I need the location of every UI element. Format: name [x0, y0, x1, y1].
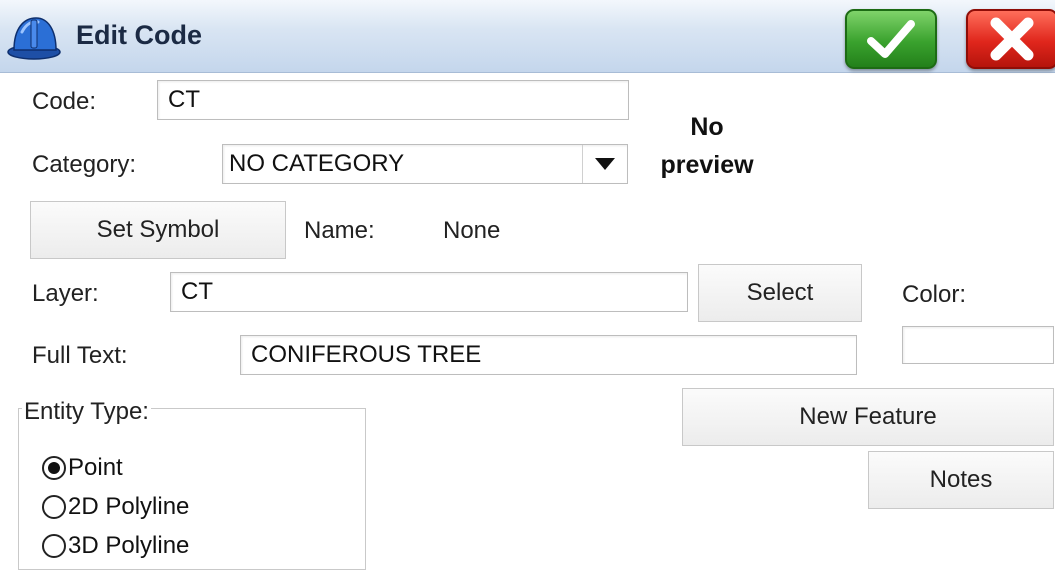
new-feature-button[interactable]: New Feature [682, 388, 1054, 446]
radio-unselected-icon[interactable] [42, 534, 66, 558]
preview-line-2: preview [660, 151, 754, 179]
hard-hat-icon [6, 12, 62, 62]
window-title: Edit Code [76, 20, 202, 50]
color-label: Color: [902, 281, 967, 308]
layer-label: Layer: [32, 280, 99, 307]
set-symbol-button[interactable]: Set Symbol [30, 201, 286, 259]
code-input[interactable]: CT [157, 80, 629, 120]
radio-2d-polyline-label: 2D Polyline [68, 493, 190, 520]
select-layer-button[interactable]: Select [698, 264, 862, 322]
set-symbol-label: Set Symbol [96, 216, 220, 243]
cancel-button[interactable] [966, 9, 1055, 69]
symbol-preview: No preview [648, 108, 766, 184]
ok-button[interactable] [845, 9, 937, 69]
category-dropdown[interactable]: NO CATEGORY [222, 144, 628, 184]
full-text-value: CONIFEROUS TREE [251, 341, 482, 368]
layer-value: CT [181, 278, 213, 305]
color-swatch[interactable] [902, 326, 1054, 364]
name-label: Name: [304, 217, 375, 244]
name-value: None [443, 217, 501, 244]
radio-3d-polyline[interactable]: 3D Polyline [42, 532, 189, 560]
category-label: Category: [32, 151, 137, 178]
new-feature-label: New Feature [799, 403, 937, 430]
title-bar: Edit Code [0, 0, 1055, 73]
radio-3d-polyline-label: 3D Polyline [68, 532, 190, 559]
layer-input[interactable]: CT [170, 272, 688, 312]
select-label: Select [746, 279, 814, 306]
code-value: CT [168, 86, 200, 113]
preview-line-1: No [690, 113, 724, 141]
chevron-down-icon[interactable] [582, 145, 627, 183]
radio-point[interactable]: Point [42, 454, 123, 482]
code-label: Code: [32, 88, 97, 115]
radio-2d-polyline[interactable]: 2D Polyline [42, 493, 189, 521]
entity-type-title: Entity Type: [22, 398, 151, 426]
category-value: NO CATEGORY [229, 150, 405, 177]
full-text-input[interactable]: CONIFEROUS TREE [240, 335, 857, 375]
radio-unselected-icon[interactable] [42, 495, 66, 519]
radio-point-label: Point [68, 454, 123, 481]
notes-button[interactable]: Notes [868, 451, 1054, 509]
notes-label: Notes [929, 466, 993, 493]
radio-selected-icon[interactable] [42, 456, 66, 480]
full-text-label: Full Text: [32, 342, 128, 369]
